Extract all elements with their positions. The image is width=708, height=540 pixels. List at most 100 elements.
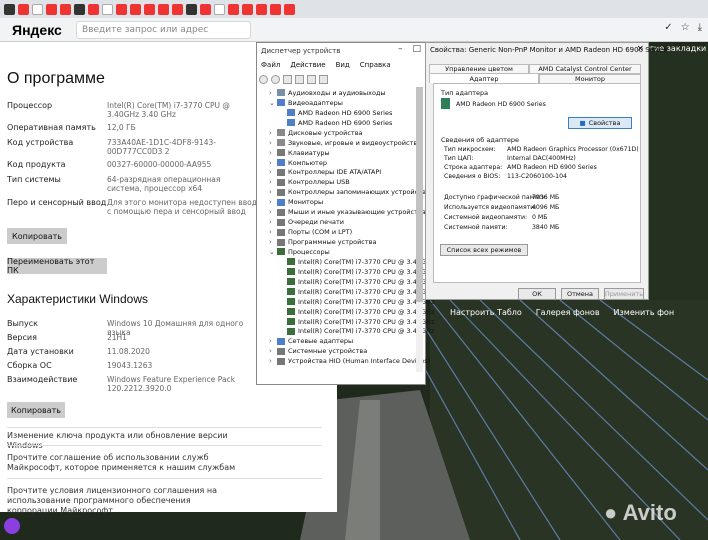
copy-button-2[interactable]: Копировать <box>7 402 65 418</box>
monitor-icon[interactable] <box>319 74 328 84</box>
expand-icon[interactable]: › <box>269 128 277 138</box>
tree-node[interactable]: › Звуковые, игровые и видеоустройства <box>269 138 439 148</box>
back-icon[interactable] <box>259 74 268 84</box>
expand-icon[interactable]: › <box>269 148 277 158</box>
expand-icon[interactable]: › <box>269 88 277 98</box>
tab-icon[interactable] <box>88 3 99 15</box>
tree-node[interactable]: Intel(R) Core(TM) i7-3770 CPU @ 3.40GHz <box>269 277 439 287</box>
tree-node[interactable]: ⌄ Процессоры <box>269 247 439 257</box>
copy-button[interactable]: Копировать <box>7 228 67 244</box>
tab-icon[interactable] <box>270 3 281 15</box>
expand-icon[interactable]: › <box>269 227 277 237</box>
yandex-logo[interactable]: Яндекс <box>12 22 72 38</box>
tab-adapter[interactable]: Адаптер <box>429 73 539 83</box>
change-background-link[interactable]: Изменить фон <box>614 308 675 317</box>
tab-icon[interactable] <box>186 3 197 15</box>
tab-icon[interactable] <box>32 3 43 15</box>
tree-node[interactable]: Intel(R) Core(TM) i7-3770 CPU @ 3.40GHz <box>269 297 439 307</box>
expand-icon[interactable]: › <box>269 197 277 207</box>
tree-node[interactable]: Intel(R) Core(TM) i7-3770 CPU @ 3.40GHz <box>269 327 439 337</box>
expand-icon[interactable]: › <box>269 217 277 227</box>
menu-item[interactable]: Справка <box>360 61 391 69</box>
tree-node[interactable]: › Компьютер <box>269 158 439 168</box>
tab-icon[interactable] <box>144 3 155 15</box>
ok-button[interactable]: ОК <box>518 288 556 300</box>
tab-catalyst[interactable]: AMD Catalyst Control Center <box>529 64 641 74</box>
tab-icon[interactable] <box>18 3 29 15</box>
tab-icon[interactable] <box>214 3 225 15</box>
tree-node[interactable]: › Дисковые устройства <box>269 128 439 138</box>
tree-node[interactable]: ⌄ Видеоадаптеры <box>269 98 439 108</box>
expand-icon[interactable]: › <box>269 346 277 356</box>
rename-pc-button[interactable]: Переименовать этот ПК <box>7 257 107 275</box>
tree-node[interactable]: › Контроллеры IDE ATA/ATAPI <box>269 168 439 178</box>
menu-item[interactable]: Файл <box>261 61 280 69</box>
expand-icon[interactable]: ⌄ <box>269 247 277 257</box>
gallery-link[interactable]: Галерея фонов <box>536 308 600 317</box>
tab-icon[interactable] <box>130 3 141 15</box>
tab-icon[interactable] <box>46 3 57 15</box>
tab-icon[interactable] <box>256 3 267 15</box>
tree-node[interactable]: Intel(R) Core(TM) i7-3770 CPU @ 3.40GHz <box>269 317 439 327</box>
apply-button[interactable]: Применить <box>604 288 644 300</box>
tab-icon[interactable] <box>60 3 71 15</box>
expand-icon[interactable]: › <box>269 158 277 168</box>
tree-node[interactable]: › Устройства HID (Human Interface Devices… <box>269 356 439 366</box>
expand-icon[interactable]: › <box>269 336 277 346</box>
tree-node[interactable]: Intel(R) Core(TM) i7-3770 CPU @ 3.40GHz <box>269 257 439 267</box>
tree-node[interactable]: › Клавиатуры <box>269 148 439 158</box>
maximize-icon[interactable]: □ <box>412 44 421 54</box>
tab-icon[interactable] <box>158 3 169 15</box>
tree-node[interactable]: › Системные устройства <box>269 346 439 356</box>
tree-node[interactable]: Intel(R) Core(TM) i7-3770 CPU @ 3.40GHz <box>269 267 439 277</box>
tab-icon[interactable] <box>284 3 295 15</box>
tree-node[interactable]: › Контроллеры запоминающих устройств <box>269 187 439 197</box>
menu-item[interactable]: Вид <box>336 61 350 69</box>
bookmark-icon[interactable]: ✓ <box>664 22 672 33</box>
tree-node[interactable]: AMD Radeon HD 6900 Series <box>269 118 439 128</box>
forward-icon[interactable] <box>271 74 280 84</box>
expand-icon[interactable]: ⌄ <box>269 98 277 108</box>
search-input[interactable]: Введите запрос или адрес <box>76 20 251 39</box>
star-icon[interactable]: ☆ <box>681 22 690 33</box>
update-driver-icon[interactable] <box>307 74 316 84</box>
tab-icon[interactable] <box>102 3 113 15</box>
change-key-link[interactable]: Изменение ключа продукта или обновление … <box>7 431 242 451</box>
tree-node[interactable]: › Мыши и иные указывающие устройства <box>269 207 439 217</box>
expand-icon[interactable]: › <box>269 177 277 187</box>
tree-node[interactable]: › Мониторы <box>269 197 439 207</box>
tab-icon[interactable] <box>4 3 15 15</box>
tree-node[interactable]: › Сетевые адаптеры <box>269 336 439 346</box>
tree-node[interactable]: › Порты (COM и LPT) <box>269 227 439 237</box>
menu-item[interactable]: Действие <box>290 61 325 69</box>
tree-node[interactable]: Intel(R) Core(TM) i7-3770 CPU @ 3.40GHz <box>269 307 439 317</box>
tree-node[interactable]: AMD Radeon HD 6900 Series <box>269 108 439 118</box>
list-all-modes-button[interactable]: Список всех режимов <box>440 244 528 256</box>
properties-icon[interactable] <box>283 74 292 84</box>
scrollbar[interactable] <box>416 87 423 372</box>
tab-icon[interactable] <box>200 3 211 15</box>
tab-icon[interactable] <box>228 3 239 15</box>
expand-icon[interactable]: › <box>269 167 277 177</box>
expand-icon[interactable]: › <box>269 187 277 197</box>
tree-node[interactable]: Intel(R) Core(TM) i7-3770 CPU @ 3.40GHz <box>269 287 439 297</box>
tab-icon[interactable] <box>74 3 85 15</box>
tree-node[interactable]: › Контроллеры USB <box>269 177 439 187</box>
tree-node[interactable]: › Очереди печати <box>269 217 439 227</box>
minimize-icon[interactable]: – <box>398 44 403 54</box>
tree-node[interactable]: › Аудиовходы и аудиовыходы <box>269 88 439 98</box>
download-icon[interactable]: ⤓ <box>698 22 702 33</box>
customize-tablo-link[interactable]: Настроить Табло <box>450 308 522 317</box>
help-icon[interactable] <box>295 74 304 84</box>
expand-icon[interactable]: › <box>269 356 277 366</box>
properties-button[interactable]: ■ Свойства <box>568 117 632 129</box>
expand-icon[interactable]: › <box>269 138 277 148</box>
close-icon[interactable]: × <box>636 44 644 54</box>
tree-node[interactable]: › Программные устройства <box>269 237 439 247</box>
services-agreement-link[interactable]: Прочтите соглашение об использовании слу… <box>7 453 242 473</box>
tab-icon[interactable] <box>242 3 253 15</box>
tab-icon[interactable] <box>172 3 183 15</box>
expand-icon[interactable]: › <box>269 237 277 247</box>
alice-icon[interactable] <box>4 518 20 534</box>
license-link[interactable]: Прочтите условия лицензионного соглашени… <box>7 486 242 516</box>
